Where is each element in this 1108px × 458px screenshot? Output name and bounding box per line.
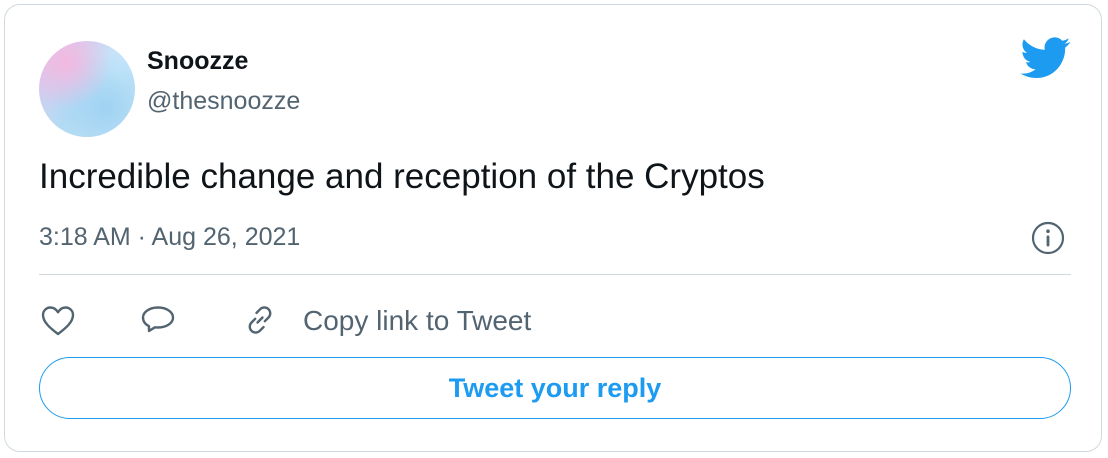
divider: [39, 274, 1071, 275]
tweet-your-reply-button[interactable]: Tweet your reply: [39, 357, 1071, 419]
heart-icon: [41, 306, 75, 336]
avatar[interactable]: [39, 41, 135, 137]
link-icon: [248, 306, 272, 334]
tweet-card: Snoozze @thesnoozze Incredible change an…: [4, 4, 1102, 452]
tweet-text: Incredible change and reception of the C…: [39, 157, 765, 196]
twitter-bird-icon[interactable]: [1021, 37, 1071, 79]
like-button[interactable]: [41, 297, 87, 345]
copy-link-button[interactable]: Copy link to Tweet: [237, 297, 567, 345]
speech-bubble-icon: [141, 306, 175, 333]
copy-link-label: Copy link to Tweet: [303, 305, 532, 336]
tweet-timestamp[interactable]: 3:18 AM · Aug 26, 2021: [39, 223, 300, 252]
author-display-name[interactable]: Snoozze: [147, 47, 248, 76]
reply-action-button[interactable]: [141, 297, 187, 345]
author-handle[interactable]: @thesnoozze: [147, 87, 300, 116]
info-icon[interactable]: [1029, 219, 1067, 257]
